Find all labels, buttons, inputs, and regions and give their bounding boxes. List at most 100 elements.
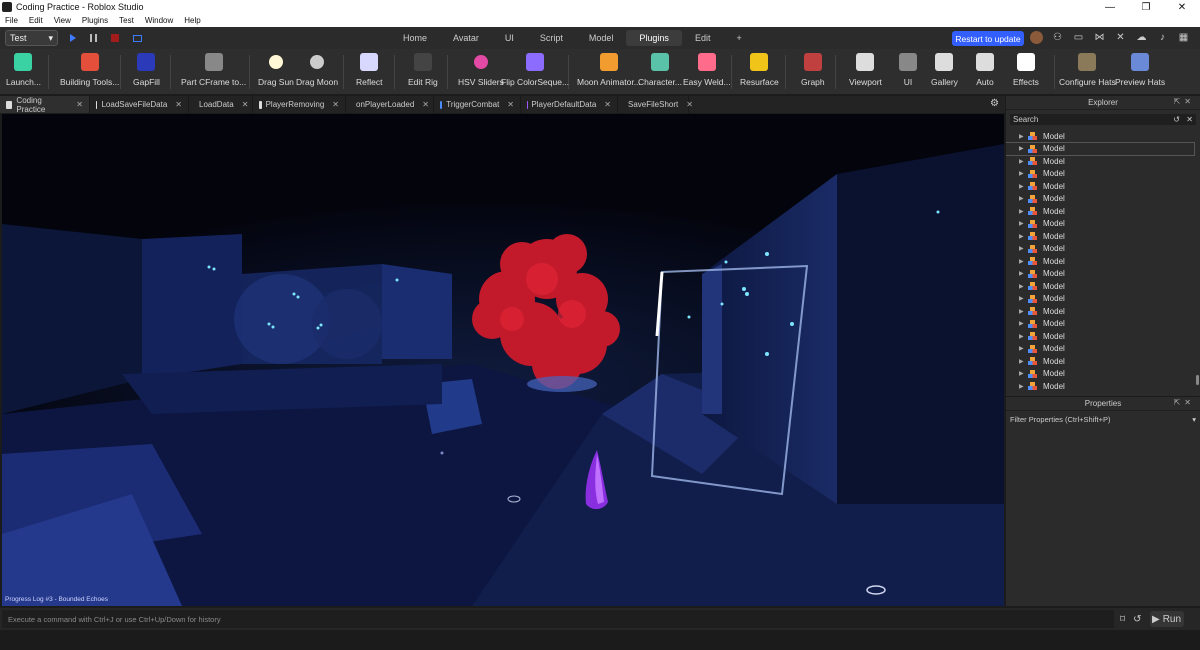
close-icon[interactable]: ✕ [604,100,611,109]
maximize-button[interactable]: ❐ [1128,2,1164,13]
ribbon-button-effects[interactable]: Effects [1013,53,1039,87]
bookmark-icon[interactable]: ⌑ [1120,614,1125,625]
doc-tab[interactable]: SaveFileShort ✕ [618,96,693,113]
expand-arrow-icon[interactable]: ▶ [1019,345,1028,352]
explorer-item-model[interactable]: ▶ Model [1006,318,1200,331]
explorer-item-model[interactable]: ▶ Model [1006,193,1200,206]
panel-controls-icon[interactable]: ⇱✕ [1174,97,1195,106]
doc-tab[interactable]: TriggerCombat ✕ [434,96,521,113]
explorer-item-model[interactable]: ▶ Model [1006,280,1200,293]
explorer-search-input[interactable]: Search ↺ ✕ [1010,114,1196,125]
clear-icon[interactable]: ✕ [1186,115,1193,124]
ribbon-button-graph[interactable]: Graph [801,53,825,87]
expand-arrow-icon[interactable]: ▶ [1019,283,1028,290]
close-button[interactable]: ✕ [1164,2,1200,13]
explorer-item-model[interactable]: ▶ Model [1006,218,1200,231]
close-icon[interactable]: ✕ [422,100,429,109]
close-icon[interactable]: ✕ [686,100,693,109]
expand-arrow-icon[interactable]: ▶ [1019,133,1028,140]
ribbon-button-building-tools[interactable]: Building Tools... [60,53,119,87]
notifications-icon[interactable]: ♪ [1156,31,1169,44]
ribbon-button-auto[interactable]: Auto [976,53,994,87]
chevron-down-icon[interactable]: ▾ [1192,415,1196,424]
explorer-item-model[interactable]: ▶ Model [1006,305,1200,318]
cloud-icon[interactable]: ☁ [1135,31,1148,44]
expand-arrow-icon[interactable]: ▶ [1019,370,1028,377]
explorer-item-model[interactable]: ▶ Model [1006,368,1200,381]
explorer-item-model[interactable]: ▶ Model [1006,330,1200,343]
expand-arrow-icon[interactable]: ▶ [1019,158,1028,165]
menu-edit[interactable]: Edit [29,16,43,25]
expand-arrow-icon[interactable]: ▶ [1019,258,1028,265]
collaborators-icon[interactable]: ⚇ [1051,31,1064,44]
mode-dropdown[interactable]: Test ▾ [5,30,58,46]
ribbon-button-hat[interactable]: Configure Hats [1059,53,1116,87]
minimize-button[interactable]: — [1092,2,1128,13]
menu-file[interactable]: File [5,16,18,25]
ribbon-button-camera[interactable]: Viewport [849,53,882,87]
explorer-item-model[interactable]: ▶ Model [1006,268,1200,281]
close-icon[interactable]: ✕ [175,100,182,109]
expand-arrow-icon[interactable]: ▶ [1019,270,1028,277]
close-icon[interactable]: ✕ [507,100,514,109]
tab-ui[interactable]: UI [492,30,527,46]
expand-arrow-icon[interactable]: ▶ [1019,295,1028,302]
doc-tab[interactable]: Coding Practice ✕ [0,96,90,114]
menu-window[interactable]: Window [145,16,173,25]
ribbon-button-character[interactable]: Character... [638,53,682,87]
ribbon-button-preview-hat[interactable]: Preview Hats [1115,53,1165,87]
layout-icon[interactable]: ▦ [1177,31,1190,44]
gear-icon[interactable]: ⚙ [990,98,999,109]
pause-icon[interactable] [90,34,97,42]
screen-icon[interactable] [133,34,142,42]
doc-tab[interactable]: PlayerDefaultData ✕ [521,96,618,113]
explorer-item-model[interactable]: ▶ Model [1006,293,1200,306]
panel-controls-icon[interactable]: ⇱✕ [1174,398,1195,407]
ribbon-button-gallery[interactable]: Gallery [931,53,958,87]
explorer-item-model[interactable]: ▶ Model [1006,180,1200,193]
expand-arrow-icon[interactable]: ▶ [1019,170,1028,177]
expand-arrow-icon[interactable]: ▶ [1019,358,1028,365]
explorer-item-model[interactable]: ▶ Model [1006,141,1195,156]
3d-viewport[interactable]: Progress Log #3 - Bounded Echoes [2,114,1004,606]
explorer-item-model[interactable]: ▶ Model [1006,355,1200,368]
explorer-item-model[interactable]: ▶ Model [1006,155,1200,168]
history-icon[interactable]: ↺ [1133,614,1141,625]
tab-home[interactable]: Home [390,30,440,46]
expand-arrow-icon[interactable]: ▶ [1019,195,1028,202]
avatar[interactable] [1030,31,1043,44]
ribbon-button-gapfill[interactable]: GapFill [133,53,160,87]
explorer-scrollbar[interactable] [1196,375,1199,385]
expand-arrow-icon[interactable]: ▶ [1019,183,1028,190]
tab-script[interactable]: Script [527,30,576,46]
menu-plugins[interactable]: Plugins [82,16,108,25]
history-icon[interactable]: ↺ [1173,115,1180,124]
explorer-item-model[interactable]: ▶ Model [1006,168,1200,181]
ribbon-button-color-wheel[interactable]: HSV Sliders [458,53,504,87]
doc-tab[interactable]: LoadSaveFileData ✕ [90,96,189,113]
share-icon[interactable]: ⋈ [1093,31,1106,44]
ribbon-button-sun[interactable]: Drag Sun [258,53,294,87]
explorer-item-model[interactable]: ▶ Model [1006,230,1200,243]
tab-model[interactable]: Model [576,30,627,46]
expand-arrow-icon[interactable]: ▶ [1019,383,1028,390]
restart-to-update-button[interactable]: Restart to update [952,31,1024,46]
filter-properties-input[interactable]: Filter Properties (Ctrl+Shift+P) ▾ [1010,413,1196,425]
ribbon-button-cframe[interactable]: Part CFrame to... [181,53,246,87]
menu-test[interactable]: Test [119,16,134,25]
doc-tab[interactable]: PlayerRemoving ✕ [253,96,346,113]
expand-arrow-icon[interactable]: ▶ [1019,233,1028,240]
stop-icon[interactable] [111,34,119,42]
explorer-item-model[interactable]: ▶ Model [1006,205,1200,218]
ribbon-button-flip[interactable]: Flip ColorSeque... [501,53,569,87]
expand-arrow-icon[interactable]: ▶ [1019,333,1028,340]
explorer-item-model[interactable]: ▶ Model [1006,243,1200,256]
ribbon-button-reflect[interactable]: Reflect [356,53,382,87]
ribbon-button-launch[interactable]: Launch... [6,53,41,87]
ribbon-button-moon[interactable]: Drag Moon [296,53,338,87]
ribbon-button-resurface[interactable]: Resurface [740,53,779,87]
tab-edit[interactable]: Edit [682,30,724,46]
explorer-item-model[interactable]: ▶ Model [1006,380,1200,391]
expand-arrow-icon[interactable]: ▶ [1019,145,1028,152]
menu-help[interactable]: Help [184,16,200,25]
